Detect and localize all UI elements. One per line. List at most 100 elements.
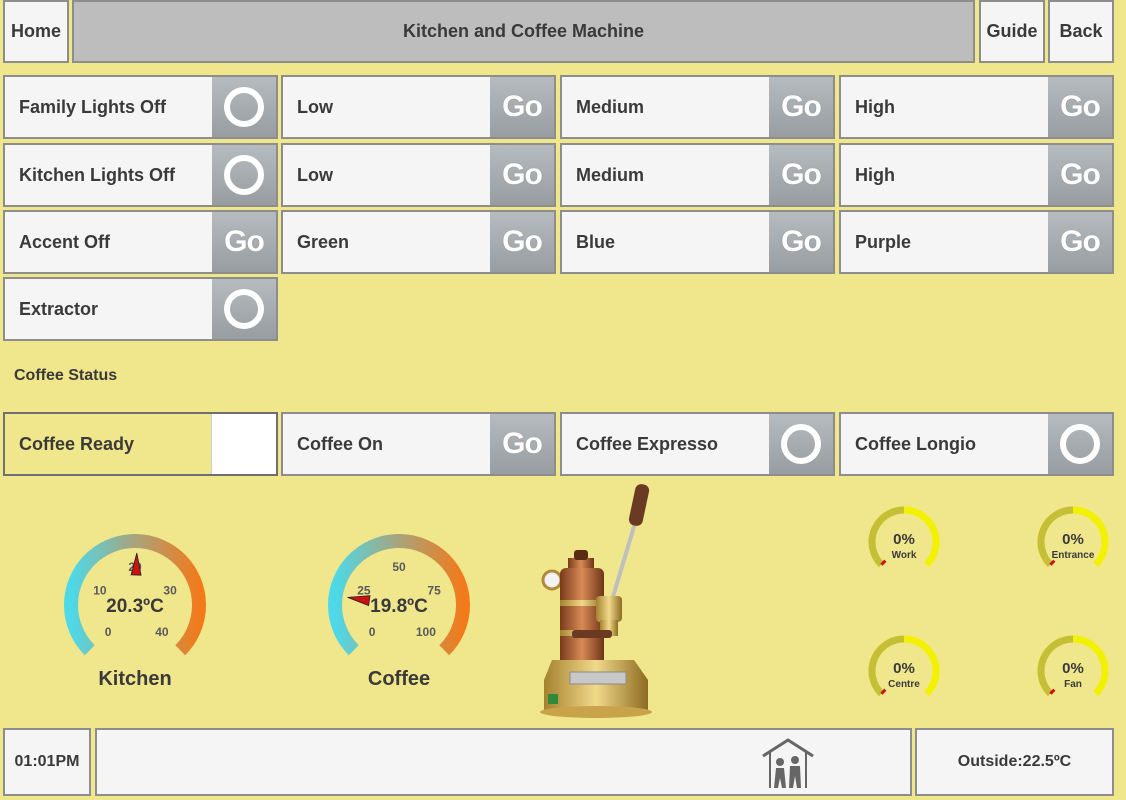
kitchen-gauge: 01020304020.3ºC Kitchen [50, 525, 220, 690]
coffee-gauge: 0 25 50 75 100 19.8ºC Coffee [314, 525, 484, 690]
toggle-button[interactable] [212, 145, 276, 205]
tile-label: Coffee Expresso [576, 433, 719, 454]
tile-label: Blue [576, 231, 616, 252]
mini-gauge-value: 0% [1062, 531, 1084, 548]
go-label: Go [781, 90, 822, 123]
tile-medium[interactable]: Medium Go [560, 143, 835, 207]
tile-coffee-ready[interactable]: Coffee Ready [3, 412, 278, 476]
go-button[interactable]: Go [1048, 212, 1112, 272]
coffee-status-label: Coffee Status [14, 367, 118, 384]
ring-icon [781, 424, 821, 464]
toggle-button[interactable] [1048, 414, 1112, 474]
gauge-value: 20.3ºC [106, 596, 164, 617]
go-button[interactable]: Go [212, 212, 276, 272]
gauge-tick-label: 30 [163, 583, 177, 597]
go-label: Go [502, 427, 543, 460]
go-label: Go [502, 90, 543, 123]
go-button[interactable]: Go [490, 414, 554, 474]
tile-label: Coffee Ready [19, 433, 135, 454]
go-button[interactable]: Go [490, 212, 554, 272]
mini-gauge-work: 0% Work [866, 506, 946, 582]
mini-gauge-value: 0% [893, 660, 915, 677]
tile-extractor[interactable]: Extractor [3, 277, 278, 341]
go-label: Go [502, 158, 543, 191]
outside-temperature: Outside:22.5ºC [915, 728, 1114, 796]
clock: 01:01PM [3, 728, 91, 796]
mini-gauge-name: Entrance [1052, 550, 1095, 561]
tile-label: High [855, 96, 895, 117]
page-title: Kitchen and Coffee Machine [72, 0, 975, 63]
go-label: Go [781, 225, 822, 258]
tile-label: Medium [576, 96, 645, 117]
gauge-value: 19.8ºC [370, 596, 428, 617]
tile-family-lights-off[interactable]: Family Lights Off [3, 75, 278, 139]
ring-icon [224, 289, 264, 329]
tile-green[interactable]: Green Go [281, 210, 556, 274]
coffee-gauge-name: Coffee [367, 668, 431, 690]
gauge-tick-label: 10 [93, 583, 107, 597]
tile-blue[interactable]: Blue Go [560, 210, 835, 274]
guide-button[interactable]: Guide [979, 0, 1045, 63]
toggle-button[interactable] [769, 414, 833, 474]
tile-label: High [855, 164, 895, 185]
mini-gauge-value: 0% [1062, 660, 1084, 677]
gauge-needle [347, 595, 371, 607]
kitchen-gauge-name: Kitchen [98, 668, 172, 690]
tile-label: Medium [576, 164, 645, 185]
tile-label: Accent Off [19, 231, 111, 252]
gauge-tick-label: 75 [427, 583, 441, 597]
tile-coffee-longio[interactable]: Coffee Longio [839, 412, 1114, 476]
tile-high[interactable]: High Go [839, 75, 1114, 139]
tile-medium[interactable]: Medium Go [560, 75, 835, 139]
go-label: Go [1060, 158, 1101, 191]
ring-icon [224, 155, 264, 195]
tile-label: Kitchen Lights Off [19, 164, 175, 185]
go-button[interactable]: Go [490, 77, 554, 137]
mini-gauge-name: Work [892, 550, 917, 561]
tile-label: Purple [855, 231, 912, 252]
kitchen-gauge-dial: 01020304020.3ºC [64, 534, 206, 656]
gauge-tick-label: 100 [416, 625, 436, 639]
tile-label: Family Lights Off [19, 96, 167, 117]
go-button[interactable]: Go [769, 77, 833, 137]
status-bar [95, 728, 912, 796]
go-button[interactable]: Go [490, 145, 554, 205]
mini-gauge-name: Centre [888, 679, 920, 690]
go-button[interactable]: Go [769, 212, 833, 272]
ring-icon [1060, 424, 1100, 464]
mini-gauge-value: 0% [893, 531, 915, 548]
go-button[interactable]: Go [1048, 77, 1112, 137]
coffee-machine-image [530, 480, 660, 730]
go-label: Go [502, 225, 543, 258]
tile-label: Low [297, 164, 333, 185]
home-button[interactable]: Home [3, 0, 69, 63]
go-button[interactable]: Go [1048, 145, 1112, 205]
go-label: Go [1060, 225, 1101, 258]
home-family-icon[interactable] [761, 738, 815, 792]
gauge-tick-label: 40 [155, 625, 169, 639]
tile-low[interactable]: Low Go [281, 143, 556, 207]
tile-purple[interactable]: Purple Go [839, 210, 1114, 274]
mini-gauge-name: Fan [1064, 679, 1082, 690]
gauge-tick-label: 50 [392, 560, 406, 574]
status-indicator [211, 414, 276, 474]
coffee-gauge-dial: 025507510019.8ºC [328, 534, 470, 656]
gauge-tick-label: 0 [369, 625, 376, 639]
back-button[interactable]: Back [1048, 0, 1114, 63]
tile-kitchen-lights-off[interactable]: Kitchen Lights Off [3, 143, 278, 207]
tile-label: Extractor [19, 298, 99, 319]
toggle-button[interactable] [212, 279, 276, 339]
toggle-button[interactable] [212, 77, 276, 137]
tile-label: Green [297, 231, 350, 252]
tile-high[interactable]: High Go [839, 143, 1114, 207]
tile-coffee-on[interactable]: Coffee On Go [281, 412, 556, 476]
go-label: Go [224, 225, 265, 258]
mini-gauge-entrance: 0% Entrance [1035, 506, 1115, 582]
tile-accent-off[interactable]: Accent Off Go [3, 210, 278, 274]
tile-coffee-expresso[interactable]: Coffee Expresso [560, 412, 835, 476]
go-button[interactable]: Go [769, 145, 833, 205]
ring-icon [224, 87, 264, 127]
tile-label: Coffee On [297, 433, 384, 454]
tile-low[interactable]: Low Go [281, 75, 556, 139]
tile-label: Coffee Longio [855, 433, 976, 454]
